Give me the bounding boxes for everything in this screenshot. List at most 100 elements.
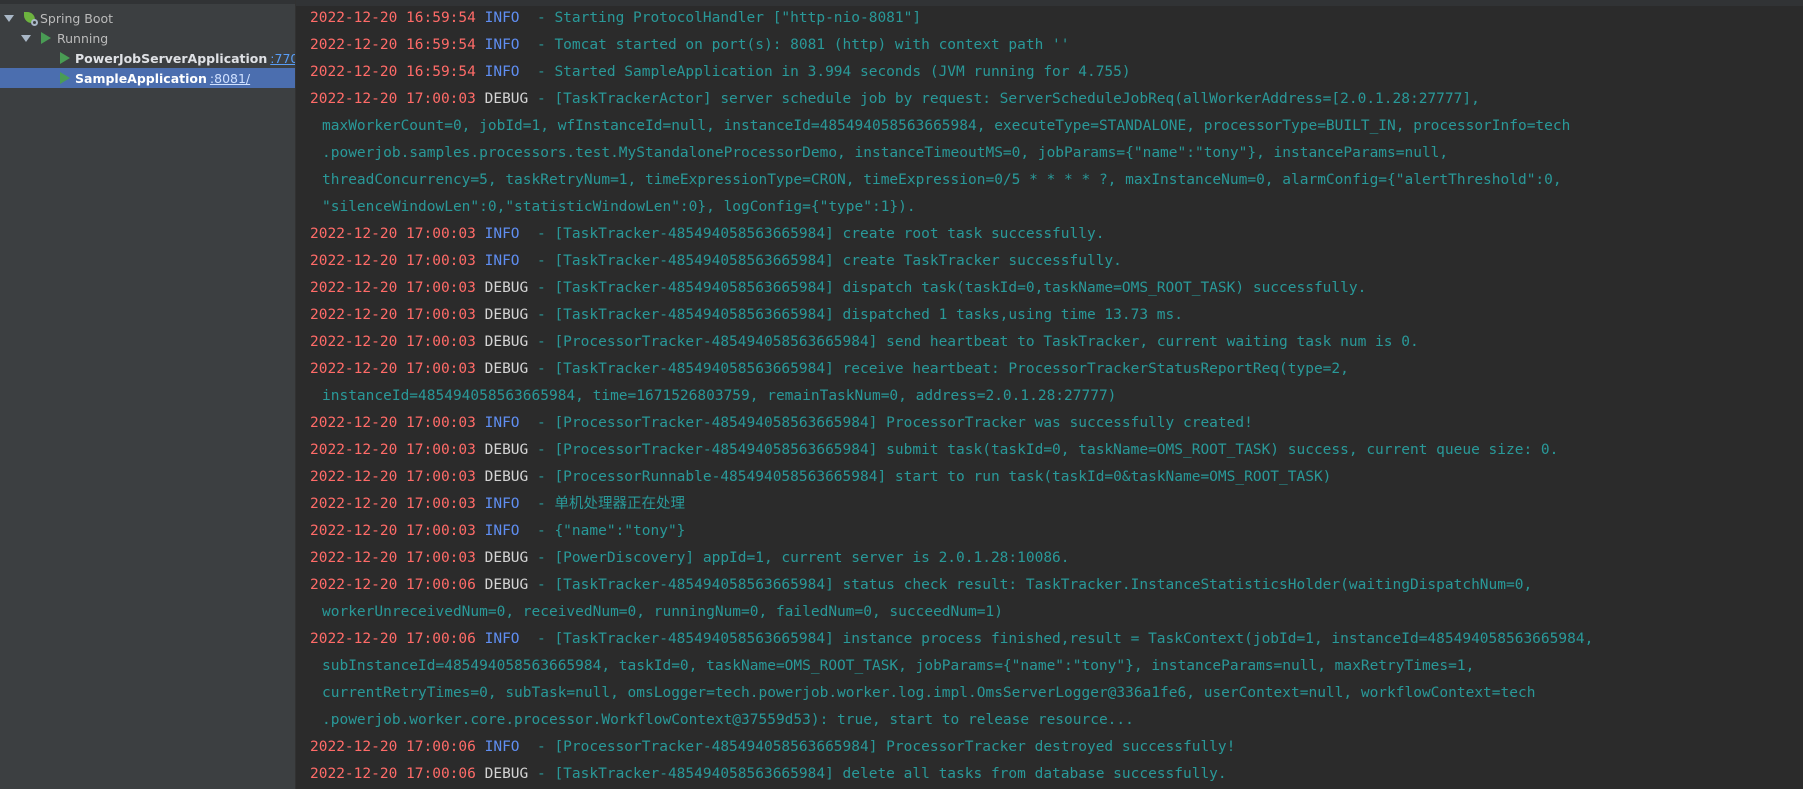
log-timestamp: 2022-12-20 17:00:03 [310,469,476,485]
log-level: INFO [484,253,529,269]
chevron-down-icon[interactable] [4,14,14,22]
log-line: 2022-12-20 17:00:03 DEBUG - [TaskTracker… [310,86,1793,113]
log-message: "silenceWindowLen":0,"statisticWindowLen… [322,199,916,215]
log-line: 2022-12-20 17:00:03 INFO - {"name":"tony… [310,518,1793,545]
log-message: - [ProcessorTracker-485494058563665984] … [528,415,1253,431]
log-timestamp: 2022-12-20 16:59:54 [310,64,476,80]
log-message: - [PowerDiscovery] appId=1, current serv… [528,550,1070,566]
log-timestamp: 2022-12-20 17:00:03 [310,496,476,512]
log-level: INFO [484,226,529,242]
log-message: - [TaskTrackerActor] server schedule job… [528,91,1480,107]
log-timestamp: 2022-12-20 17:00:03 [310,91,476,107]
log-line: 2022-12-20 17:00:03 DEBUG - [TaskTracker… [310,275,1793,302]
log-level: DEBUG [484,280,529,296]
log-timestamp: 2022-12-20 17:00:06 [310,739,476,755]
log-message: workerUnreceivedNum=0, receivedNum=0, ru… [322,604,1003,620]
log-line: 2022-12-20 16:59:54 INFO - Started Sampl… [310,59,1793,86]
log-message: .powerjob.worker.core.processor.Workflow… [322,712,1134,728]
log-timestamp: 2022-12-20 17:00:03 [310,307,476,323]
log-continuation-line: currentRetryTimes=0, subTask=null, omsLo… [322,680,1793,707]
console-output[interactable]: 2022-12-20 16:59:54 INFO - Starting Prot… [296,0,1803,789]
log-timestamp: 2022-12-20 17:00:03 [310,253,476,269]
log-level: DEBUG [484,334,529,350]
log-message: - Tomcat started on port(s): 8081 (http)… [528,37,1070,53]
log-timestamp: 2022-12-20 16:59:54 [310,37,476,53]
log-message: subInstanceId=485494058563665984, taskId… [322,658,1475,674]
log-line: 2022-12-20 16:59:54 INFO - Tomcat starte… [310,32,1793,59]
log-continuation-line: threadConcurrency=5, taskRetryNum=1, tim… [322,167,1793,194]
log-level: INFO [484,415,529,431]
services-tree: Spring Boot Running PowerJobServerApplic… [0,0,311,789]
log-timestamp: 2022-12-20 17:00:03 [310,523,476,539]
log-line: 2022-12-20 17:00:06 INFO - [TaskTracker-… [310,626,1793,653]
log-message: - Starting ProtocolHandler ["http-nio-80… [528,10,922,26]
app-name: SampleApplication [75,70,207,86]
log-message: - [TaskTracker-485494058563665984] insta… [528,631,1594,647]
tree-node-running[interactable]: Running [0,28,295,48]
log-timestamp: 2022-12-20 17:00:03 [310,361,476,377]
log-continuation-line: maxWorkerCount=0, jobId=1, wfInstanceId=… [322,113,1793,140]
tree-node-spring-boot[interactable]: Spring Boot [0,8,295,28]
log-level: INFO [484,739,529,755]
log-line: 2022-12-20 17:00:06 DEBUG - [TaskTracker… [310,572,1793,599]
tree-node-label: Running [57,30,109,46]
app-name: PowerJobServerApplication [75,50,268,66]
log-line: 2022-12-20 17:00:03 INFO - [TaskTracker-… [310,221,1793,248]
log-level: DEBUG [484,361,529,377]
log-continuation-line: workerUnreceivedNum=0, receivedNum=0, ru… [322,599,1793,626]
log-level: DEBUG [484,91,529,107]
log-message: - [TaskTracker-485494058563665984] statu… [528,577,1533,593]
log-message: - {"name":"tony"} [528,523,686,539]
log-message: - [ProcessorTracker-485494058563665984] … [528,442,1559,458]
log-timestamp: 2022-12-20 17:00:03 [310,442,476,458]
log-level: INFO [484,631,529,647]
ide-window: Spring Boot Running PowerJobServerApplic… [0,0,1803,789]
log-level: DEBUG [484,307,529,323]
log-message: .powerjob.samples.processors.test.MyStan… [322,145,1449,161]
log-line: 2022-12-20 17:00:03 DEBUG - [ProcessorTr… [310,437,1793,464]
log-line: 2022-12-20 16:59:54 INFO - Starting Prot… [310,5,1793,32]
log-timestamp: 2022-12-20 17:00:03 [310,226,476,242]
log-line: 2022-12-20 17:00:03 DEBUG - [TaskTracker… [310,356,1793,383]
log-line: 2022-12-20 17:00:03 INFO - 单机处理器正在处理 [310,491,1793,518]
chevron-down-icon[interactable] [21,34,31,42]
log-message: - [TaskTracker-485494058563665984] delet… [528,766,1227,782]
tree-node-sample-application[interactable]: SampleApplication :8081/ [0,68,295,88]
run-icon [60,72,70,84]
log-continuation-line: subInstanceId=485494058563665984, taskId… [322,653,1793,680]
app-port-link[interactable]: :8081/ [210,71,250,86]
log-message: - [TaskTracker-485494058563665984] dispa… [528,307,1183,323]
log-line: 2022-12-20 17:00:03 DEBUG - [TaskTracker… [310,302,1793,329]
log-message: currentRetryTimes=0, subTask=null, omsLo… [322,685,1536,701]
run-icon [60,52,70,64]
log-line: 2022-12-20 17:00:03 INFO - [TaskTracker-… [310,248,1793,275]
log-message: - [ProcessorTracker-485494058563665984] … [528,334,1419,350]
log-line: 2022-12-20 17:00:03 INFO - [ProcessorTra… [310,410,1793,437]
log-message: - [ProcessorRunnable-485494058563665984]… [528,469,1332,485]
log-line: 2022-12-20 17:00:06 DEBUG - [TaskTracker… [310,761,1793,788]
log-message: threadConcurrency=5, taskRetryNum=1, tim… [322,172,1562,188]
spring-boot-icon [23,11,38,26]
log-timestamp: 2022-12-20 17:00:06 [310,766,476,782]
log-level: INFO [484,523,529,539]
log-message: - [TaskTracker-485494058563665984] creat… [528,253,1122,269]
log-level: DEBUG [484,469,529,485]
log-level: INFO [484,64,529,80]
log-timestamp: 2022-12-20 17:00:03 [310,334,476,350]
tree-node-label: Spring Boot [40,10,114,26]
log-timestamp: 2022-12-20 16:59:54 [310,10,476,26]
log-line: 2022-12-20 17:00:03 DEBUG - [PowerDiscov… [310,545,1793,572]
log-message: instanceId=485494058563665984, time=1671… [322,388,1117,404]
log-line: 2022-12-20 17:00:03 DEBUG - [ProcessorTr… [310,329,1793,356]
log-continuation-line: instanceId=485494058563665984, time=1671… [322,383,1793,410]
log-timestamp: 2022-12-20 17:00:03 [310,415,476,431]
log-message: - Started SampleApplication in 3.994 sec… [528,64,1131,80]
log-message: - [ProcessorTracker-485494058563665984] … [528,739,1236,755]
log-level: DEBUG [484,442,529,458]
log-message: maxWorkerCount=0, jobId=1, wfInstanceId=… [322,118,1571,134]
log-message: - [TaskTracker-485494058563665984] recei… [528,361,1349,377]
tree-node-powerjob-server-application[interactable]: PowerJobServerApplication :7700/ [0,48,311,68]
log-message: - [TaskTracker-485494058563665984] creat… [528,226,1105,242]
tree-toolbar-edge [0,0,295,4]
log-continuation-line: "silenceWindowLen":0,"statisticWindowLen… [322,194,1793,221]
